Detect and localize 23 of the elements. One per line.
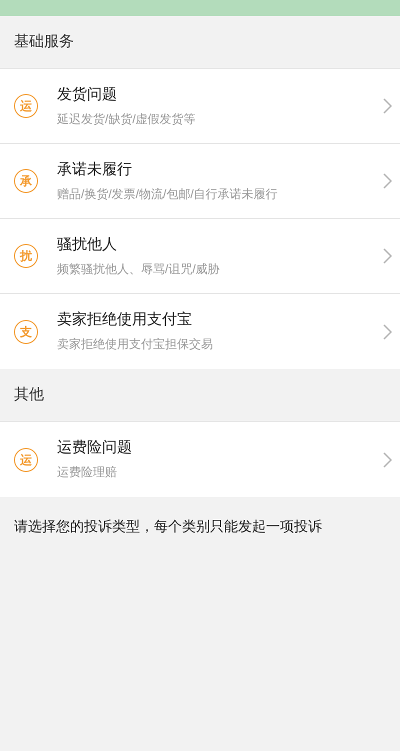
category-badge: 扰 (14, 244, 38, 268)
section-header: 其他 (14, 384, 44, 405)
chevron-right-icon (383, 452, 392, 468)
item-title: 运费险问题 (57, 439, 133, 457)
item-title: 卖家拒绝使用支付宝 (57, 311, 193, 329)
chevron-right-icon (383, 173, 392, 189)
item-subtitle: 频繁骚扰他人、辱骂/诅咒/威胁 (57, 262, 221, 276)
category-badge: 运 (14, 448, 38, 472)
category-badge: 运 (14, 94, 38, 118)
category-badge: 承 (14, 169, 38, 193)
chevron-right-icon (383, 98, 392, 114)
item-subtitle: 赠品/换货/发票/物流/包邮/自行承诺未履行 (57, 186, 279, 202)
chevron-right-icon (383, 324, 392, 340)
item-title: 发货问题 (57, 86, 118, 104)
section-header: 基础服务 (14, 32, 74, 52)
category-badge: 支 (14, 320, 38, 344)
item-subtitle: 卖家拒绝使用支付宝担保交易 (57, 337, 214, 352)
hint-text: 请选择您的投诉类型，每个类别只能发起一项投诉 (14, 518, 322, 534)
item-title: 承诺未履行 (57, 160, 133, 178)
chevron-right-icon (383, 248, 392, 264)
item-title: 骚扰他人 (57, 236, 118, 254)
item-subtitle: 延迟发货/缺货/虚假发货等 (57, 112, 197, 126)
item-subtitle: 运费险理赔 (57, 465, 118, 480)
